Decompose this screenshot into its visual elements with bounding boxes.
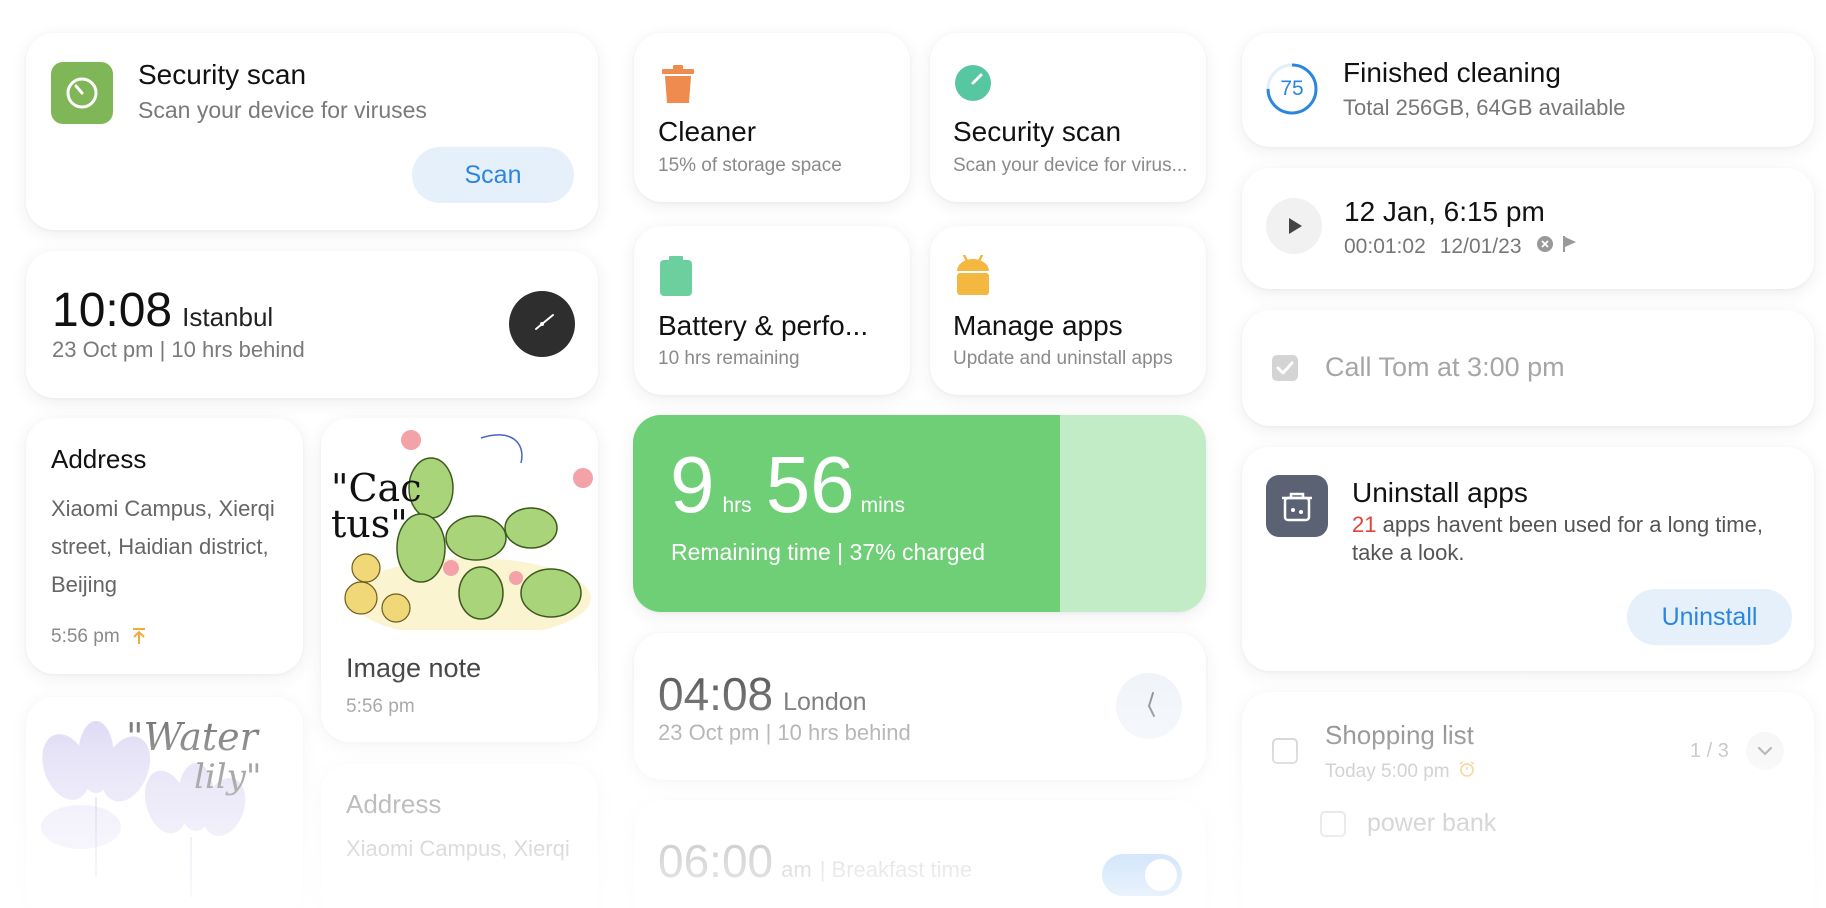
clock-city: Istanbul: [182, 302, 274, 332]
play-button[interactable]: [1266, 198, 1322, 254]
image-note-card[interactable]: "Cac tus" Image note 5:56 pm: [321, 418, 598, 742]
unused-app-count: 21: [1352, 512, 1377, 537]
security-scan-card[interactable]: Security scan Scan your device for virus…: [26, 33, 598, 230]
shopping-list-card[interactable]: Shopping list Today 5:00 pm 1 / 3 power …: [1242, 692, 1814, 908]
address-2-title: Address: [346, 789, 442, 819]
london-clock-detail: 23 Oct pm | 10 hrs behind: [658, 720, 911, 745]
alarm-clock-icon: [1458, 760, 1476, 783]
alarm-toggle[interactable]: [1102, 854, 1182, 896]
uninstall-button[interactable]: Uninstall: [1627, 589, 1792, 645]
alarm-row: 06:00 am | Breakfast time: [658, 834, 972, 888]
clock-detail: 23 Oct pm | 10 hrs behind: [52, 337, 305, 362]
istanbul-time: 10:08 Istanbul: [52, 283, 273, 338]
manage-apps-tile[interactable]: Manage apps Update and uninstall apps: [930, 226, 1206, 395]
security-tile-subtitle: Scan your device for virus...: [953, 155, 1188, 176]
analog-clock-icon: [509, 291, 575, 357]
address-card[interactable]: Address Xiaomi Campus, Xierqi street, Ha…: [26, 418, 303, 674]
battery-hours-unit: hrs: [722, 494, 752, 517]
battery-tile-subtitle: 10 hrs remaining: [658, 348, 800, 369]
recording-date: 12/01/23: [1439, 235, 1522, 258]
security-scan-subtitle: Scan your device for viruses: [138, 97, 427, 123]
cleanup-bag-icon: [1266, 475, 1328, 537]
istanbul-clock-card[interactable]: 10:08 Istanbul 23 Oct pm | 10 hrs behind: [26, 251, 598, 398]
alarm-toggle-knob: [1145, 859, 1177, 891]
shield-gauge-icon: [954, 64, 992, 107]
london-time: 04:08 London: [658, 667, 867, 721]
london-clock-city: London: [783, 688, 867, 716]
alarm-ampm: am: [781, 857, 812, 882]
address-2-body: Xiaomi Campus, Xierqi: [346, 836, 570, 861]
london-clock-time: 04:08: [658, 668, 774, 720]
address-title: Address: [51, 444, 147, 474]
uninstall-apps-card[interactable]: Uninstall apps 21 apps havent been used …: [1242, 447, 1814, 671]
uninstall-message: 21 apps havent been used for a long time…: [1352, 511, 1797, 567]
alarm-label: | Breakfast time: [819, 857, 973, 882]
water-lily-note-card[interactable]: "Water lily": [26, 697, 303, 908]
battery-icon: [660, 256, 692, 301]
address-card-2[interactable]: Address Xiaomi Campus, Xierqi: [321, 764, 598, 908]
pin-top-icon: [130, 627, 148, 648]
todo-text: Call Tom at 3:00 pm: [1325, 352, 1565, 382]
battery-remaining-card[interactable]: 9 hrs 56 mins Remaining time | 37% charg…: [633, 415, 1206, 612]
cleaning-progress-value: 75: [1280, 77, 1304, 100]
shopping-item-checkbox[interactable]: [1320, 811, 1346, 837]
uninstall-title: Uninstall apps: [1352, 477, 1528, 508]
shopping-item: power bank: [1367, 809, 1497, 837]
manage-apps-title: Manage apps: [953, 310, 1123, 341]
image-note-title: Image note: [346, 653, 482, 683]
scan-button[interactable]: Scan: [412, 147, 574, 203]
manage-apps-subtitle: Update and uninstall apps: [953, 348, 1173, 369]
clock-time: 10:08: [52, 284, 173, 337]
shopping-time: Today 5:00 pm: [1325, 760, 1450, 782]
analog-clock-light-icon: [1116, 673, 1182, 739]
battery-mins-unit: mins: [860, 494, 906, 517]
battery-tile-title: Battery & perfo...: [658, 310, 869, 341]
recording-card[interactable]: 12 Jan, 6:15 pm 00:01:02 12/01/23: [1242, 168, 1814, 289]
recording-duration: 00:01:02: [1344, 235, 1426, 258]
cleaner-subtitle: 15% of storage space: [658, 155, 842, 176]
address-body: Xiaomi Campus, Xierqi street, Haidian di…: [51, 496, 275, 597]
shopping-checkbox[interactable]: [1272, 738, 1298, 764]
address-time-text: 5:56 pm: [51, 626, 120, 647]
cleaning-progress-ring: 75: [1264, 61, 1320, 117]
recording-title: 12 Jan, 6:15 pm: [1344, 196, 1545, 227]
water-lily-text-1: "Water: [126, 715, 258, 759]
shopping-time-row: Today 5:00 pm: [1325, 760, 1476, 783]
todo-checkbox[interactable]: [1272, 355, 1298, 381]
security-tile-title: Security scan: [953, 116, 1122, 147]
finished-cleaning-card[interactable]: 75 Finished cleaning Total 256GB, 64GB a…: [1242, 33, 1814, 147]
todo-card[interactable]: Call Tom at 3:00 pm: [1242, 310, 1814, 426]
battery-tile[interactable]: Battery & perfo... 10 hrs remaining: [634, 226, 910, 395]
security-scan-title: Security scan: [138, 59, 307, 90]
water-lily-text-2: lily": [194, 757, 262, 797]
cleaning-subtitle: Total 256GB, 64GB available: [1343, 95, 1626, 120]
recording-meta: 00:01:02 12/01/23: [1344, 235, 1578, 259]
uninstall-message-text: apps havent been used for a long time, t…: [1352, 512, 1763, 565]
alarm-time: 06:00: [658, 835, 774, 887]
shopping-title: Shopping list: [1325, 720, 1474, 750]
battery-detail: Remaining time | 37% charged: [671, 539, 986, 565]
battery-hours: 9: [670, 440, 715, 529]
android-icon: [955, 253, 991, 300]
address-time: 5:56 pm: [51, 626, 148, 648]
security-scan-tile[interactable]: Security scan Scan your device for virus…: [930, 33, 1206, 202]
cleaner-tile[interactable]: Cleaner 15% of storage space: [634, 33, 910, 202]
chevron-down-icon[interactable]: [1746, 732, 1784, 770]
cleaning-title: Finished cleaning: [1343, 57, 1561, 88]
gauge-icon: [51, 62, 113, 124]
trash-icon: [660, 65, 696, 108]
cactus-text: "Cac tus": [331, 466, 422, 546]
alarm-card[interactable]: 06:00 am | Breakfast time: [634, 800, 1206, 908]
cleaner-title: Cleaner: [658, 116, 757, 147]
london-clock-card[interactable]: 04:08 London 23 Oct pm | 10 hrs behind: [634, 633, 1206, 780]
battery-time: 9 hrs 56 mins: [670, 445, 905, 525]
shopping-count: 1 / 3: [1690, 740, 1729, 762]
battery-mins: 56: [765, 440, 855, 529]
image-note-time: 5:56 pm: [346, 696, 415, 717]
flag-icon: [1562, 235, 1578, 259]
close-circle-icon: [1536, 235, 1554, 259]
